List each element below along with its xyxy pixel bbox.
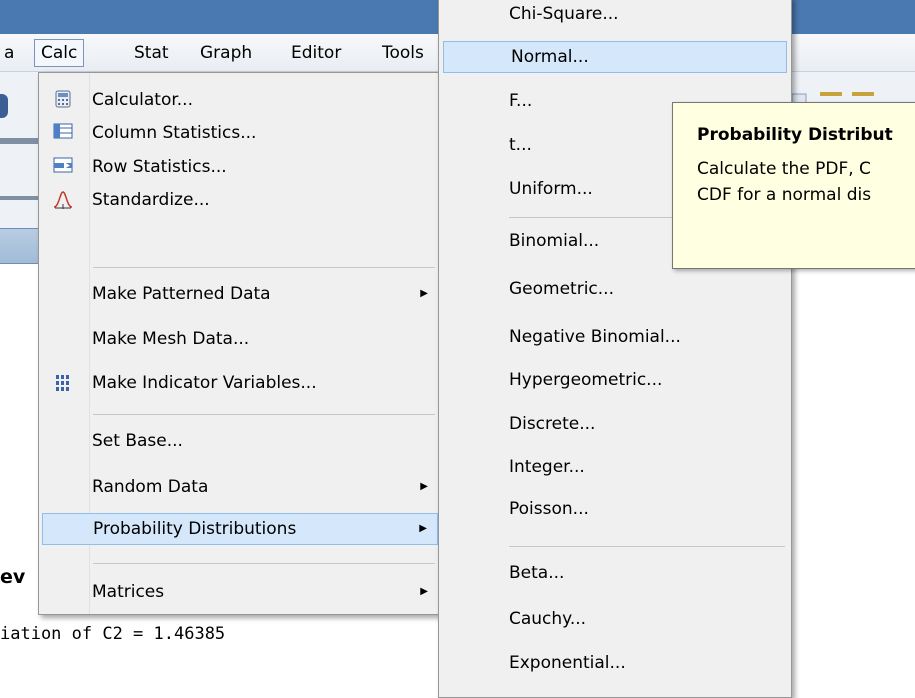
menu-separator — [93, 267, 435, 268]
menu-item-label: Hypergeometric... — [509, 370, 663, 390]
menu-item-column-statistics[interactable]: Column Statistics... — [42, 117, 438, 149]
tooltip-text-line: Calculate the PDF, C — [697, 159, 871, 179]
standardize-icon — [52, 190, 74, 210]
menu-calc[interactable]: Calc — [34, 39, 85, 67]
menu-item-label: Calculator... — [92, 90, 193, 110]
menu-item-beta[interactable]: Beta... — [442, 557, 788, 589]
menu-item-row-statistics[interactable]: Row Statistics... — [42, 151, 438, 183]
menu-item-hypergeometric[interactable]: Hypergeometric... — [442, 364, 788, 396]
menu-item-standardize[interactable]: Standardize... — [42, 184, 438, 216]
menu-data[interactable]: a — [2, 40, 16, 66]
menu-item-random-data[interactable]: Random Data ▶ — [42, 471, 438, 503]
menu-item-label: t... — [509, 135, 532, 155]
menu-item-discrete[interactable]: Discrete... — [442, 408, 788, 440]
menu-item-label: Negative Binomial... — [509, 327, 681, 347]
menu-item-label: Uniform... — [509, 179, 593, 199]
menu-item-negative-binomial[interactable]: Negative Binomial... — [442, 321, 788, 353]
menu-item-make-patterned-data[interactable]: Make Patterned Data ▶ — [42, 278, 438, 310]
session-heading-fragment: ev — [0, 566, 26, 588]
menu-stat[interactable]: Stat — [132, 40, 171, 66]
menu-item-normal[interactable]: Normal... — [443, 41, 787, 73]
menu-item-label: Integer... — [509, 457, 585, 477]
menu-item-label: Chi-Square... — [509, 4, 619, 24]
menu-item-label: Discrete... — [509, 414, 596, 434]
menu-item-label: Normal... — [511, 47, 589, 67]
row-statistics-icon — [52, 157, 74, 177]
menu-item-make-mesh-data[interactable]: Make Mesh Data... — [42, 323, 438, 355]
menu-item-label: Exponential... — [509, 653, 626, 673]
menu-item-label: Cauchy... — [509, 609, 587, 629]
submenu-arrow-icon: ▶ — [419, 523, 427, 534]
toolbar-divider — [0, 138, 40, 144]
menu-item-label: Make Indicator Variables... — [92, 373, 317, 393]
menu-item-integer[interactable]: Integer... — [442, 451, 788, 483]
menu-item-label: Set Base... — [92, 431, 183, 451]
menu-item-label: Column Statistics... — [92, 123, 257, 143]
menu-item-exponential[interactable]: Exponential... — [442, 647, 788, 679]
menu-item-set-base[interactable]: Set Base... — [42, 425, 438, 457]
menu-item-probability-distributions[interactable]: Probability Distributions ▶ — [42, 513, 438, 545]
menu-item-calculator[interactable]: Calculator... — [42, 84, 438, 116]
submenu-arrow-icon: ▶ — [420, 586, 428, 597]
indicator-variables-icon — [52, 373, 74, 393]
menu-item-label: Poisson... — [509, 499, 589, 519]
menu-separator — [93, 414, 435, 415]
menu-tools[interactable]: Tools — [380, 40, 426, 66]
menu-item-label: Matrices — [92, 582, 165, 602]
submenu-arrow-icon: ▶ — [420, 288, 428, 299]
menu-item-geometric[interactable]: Geometric... — [442, 273, 788, 305]
toolbar-icon-partial[interactable] — [0, 94, 8, 118]
menu-item-label: Geometric... — [509, 279, 614, 299]
tooltip-title: Probability Distribut — [697, 125, 893, 145]
menu-item-poisson[interactable]: Poisson... — [442, 493, 788, 525]
menu-editor[interactable]: Editor — [289, 40, 343, 66]
menu-separator — [509, 546, 785, 547]
calc-menu: Calculator... Column Statistics... Row S… — [38, 72, 442, 615]
menu-item-matrices[interactable]: Matrices ▶ — [42, 576, 438, 608]
menu-item-label: Row Statistics... — [92, 157, 227, 177]
menu-item-make-indicator-variables[interactable]: Make Indicator Variables... — [42, 367, 438, 399]
submenu-arrow-icon: ▶ — [420, 481, 428, 492]
menu-item-chi-square[interactable]: Chi-Square... — [442, 0, 788, 30]
calculator-icon — [52, 90, 74, 110]
session-output-line: iation of C2 = 1.46385 — [0, 624, 226, 644]
menu-graph[interactable]: Graph — [198, 40, 254, 66]
menu-item-label: Probability Distributions — [93, 519, 297, 539]
menu-item-label: F... — [509, 91, 533, 111]
menu-item-label: Random Data — [92, 477, 209, 497]
menu-item-label: Beta... — [509, 563, 565, 583]
menu-item-label: Standardize... — [92, 190, 210, 210]
toolbar-divider — [0, 196, 40, 200]
menu-item-label: Binomial... — [509, 231, 600, 251]
column-statistics-icon — [52, 123, 74, 143]
menu-item-label: Make Mesh Data... — [92, 329, 250, 349]
menu-separator — [93, 563, 435, 564]
menu-item-label: Make Patterned Data — [92, 284, 271, 304]
tooltip: Probability Distribut Calculate the PDF,… — [672, 102, 915, 269]
menu-item-cauchy[interactable]: Cauchy... — [442, 603, 788, 635]
tooltip-text-line: CDF for a normal dis — [697, 185, 872, 205]
